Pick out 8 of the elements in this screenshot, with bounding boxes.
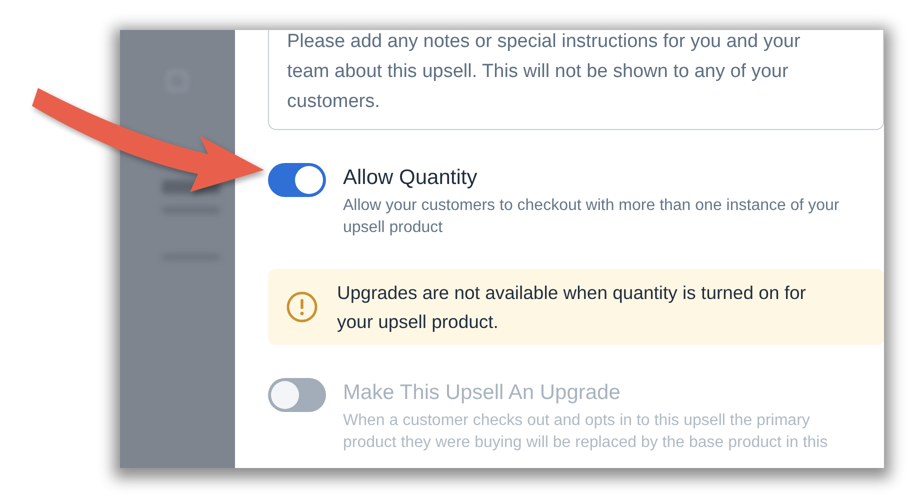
setting-label: Make This Upsell An Upgrade bbox=[343, 381, 622, 405]
setting-description: When a customer checks out and opts in to this upsell the primary product they were buying will be replaced by the base product in this bbox=[343, 411, 829, 453]
setting-label: Allow Quantity bbox=[343, 166, 478, 190]
setting-description: Allow your customers to checkout with more than one instance of your upsell product bbox=[343, 196, 840, 238]
toggle-switch[interactable] bbox=[268, 163, 326, 197]
warning-icon bbox=[285, 290, 319, 324]
warning-text: Upgrades are not available when quantity is turned on for your upsell product. bbox=[337, 281, 807, 334]
notes-field[interactable]: Please add any notes or special instructions for you and your team about this upsell. This will not be shown to any of your customers. bbox=[268, 30, 884, 130]
